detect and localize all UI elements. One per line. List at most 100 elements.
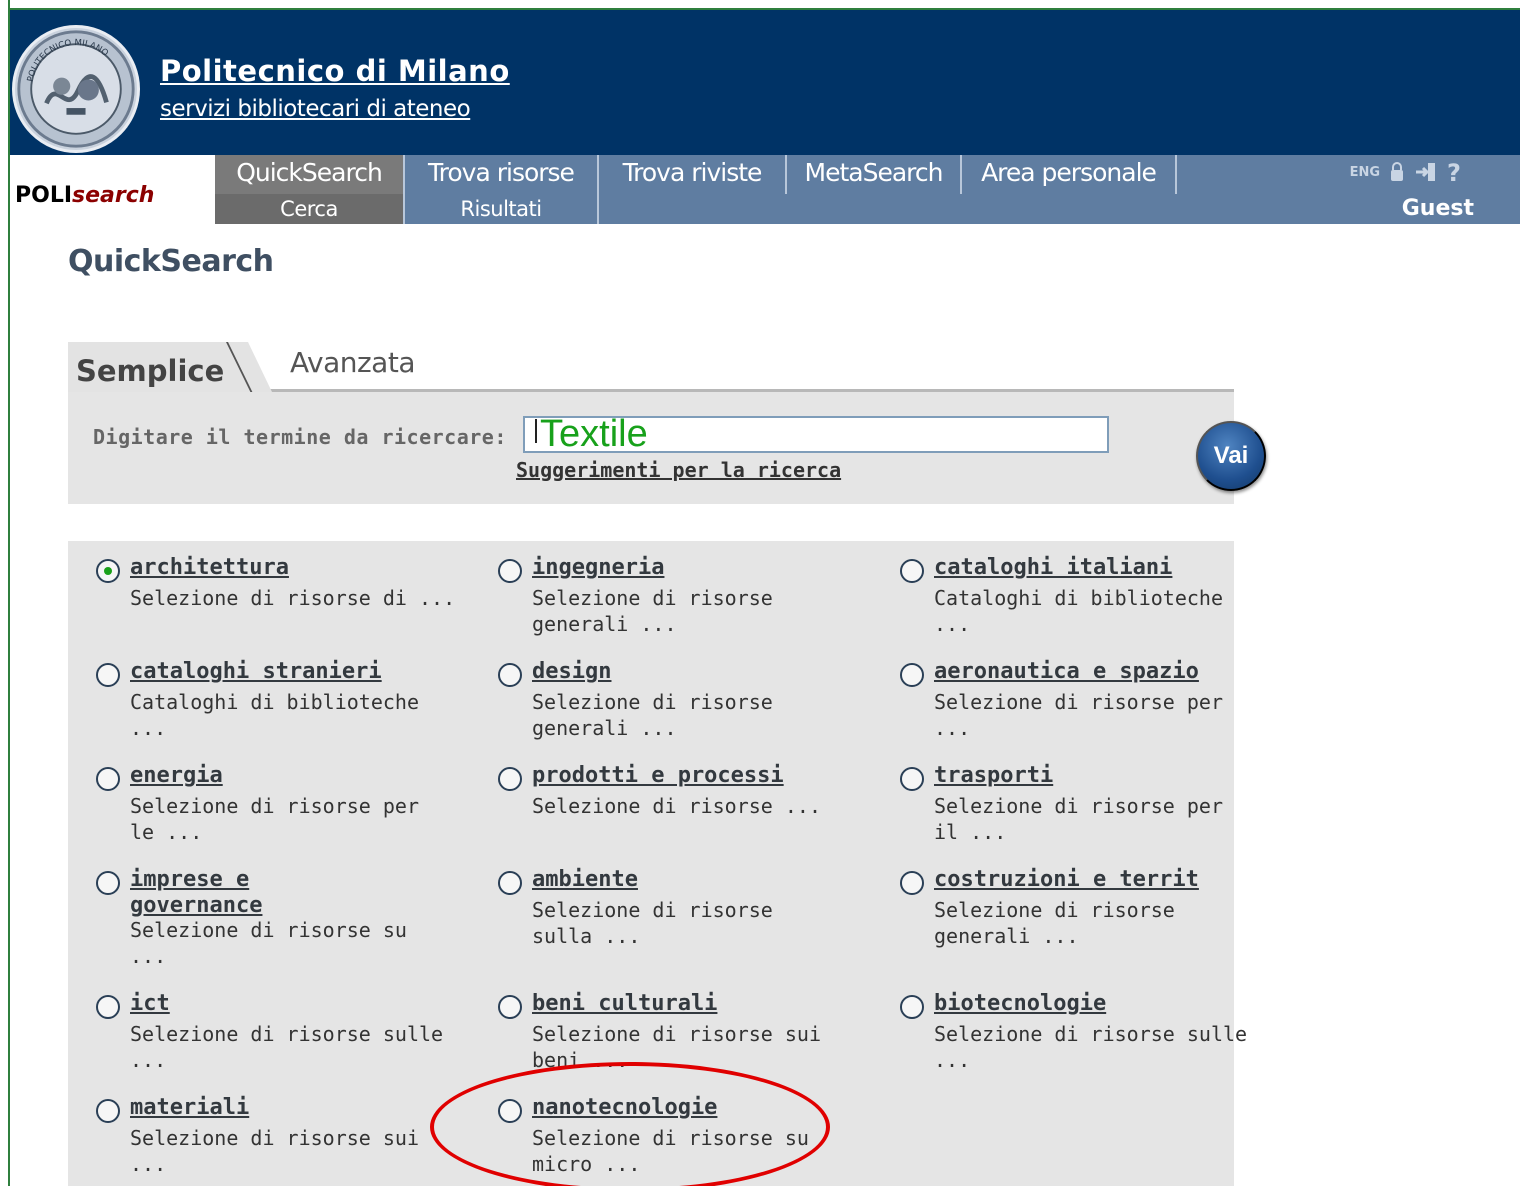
radio-design[interactable] [498, 663, 522, 687]
tab-avanzata[interactable]: Avanzata [290, 346, 415, 379]
category-desc-line2: ... [130, 1048, 167, 1072]
subtab-cerca[interactable]: Cerca [215, 194, 405, 224]
radio-prodotti-e-processi[interactable] [498, 767, 522, 791]
radio-costruzioni-e-territ[interactable] [900, 871, 924, 895]
help-icon[interactable]: ? [1446, 159, 1462, 185]
category-title-biotecnologie[interactable]: biotecnologie [934, 991, 1254, 1017]
category-title-architettura[interactable]: architettura [130, 555, 450, 581]
category-title-ict[interactable]: ict [130, 991, 450, 1017]
radio-materiali[interactable] [96, 1099, 120, 1123]
page-title: QuickSearch [68, 244, 274, 279]
category-desc-line1: Selezione di risorse sui [532, 1022, 821, 1046]
category-title-costruzioni-e-territ[interactable]: costruzioni e territ [934, 867, 1254, 893]
category-title-beni-culturali[interactable]: beni culturali [532, 991, 852, 1017]
window-left-border [0, 0, 10, 1186]
search-submit-button[interactable]: Vai [1196, 421, 1266, 491]
search-input[interactable]: Textile [523, 413, 1109, 455]
category-desc-line1: Selezione di risorse per [934, 690, 1223, 714]
radio-ict[interactable] [96, 995, 120, 1019]
category-desc-line2: generali ... [934, 924, 1079, 948]
category-desc-line2: ... [934, 1048, 971, 1072]
category-title-aeronautica-e-spazio[interactable]: aeronautica e spazio [934, 659, 1254, 685]
library-services-link[interactable]: servizi bibliotecari di ateneo [160, 96, 471, 122]
category-desc-line1: Selezione di risorse [532, 586, 773, 610]
radio-biotecnologie[interactable] [900, 995, 924, 1019]
category-title-design[interactable]: design [532, 659, 852, 685]
category-desc-line2: micro ... [532, 1152, 641, 1176]
university-seal-logo: POLITECNICO MILANO [12, 25, 140, 153]
radio-beni-culturali[interactable] [498, 995, 522, 1019]
tab-trova-risorse[interactable]: Trova risorse [405, 155, 599, 194]
tab-trova-riviste[interactable]: Trova riviste [599, 155, 787, 194]
category-title-ambiente[interactable]: ambiente [532, 867, 852, 893]
category-desc-line2: sulla ... [532, 924, 641, 948]
radio-ambiente[interactable] [498, 871, 522, 895]
search-input-value: Textile [540, 413, 648, 455]
category-desc-line1: Selezione di risorse [934, 898, 1175, 922]
search-mode-tabs: Semplice Avanzata [68, 340, 1234, 392]
category-desc-line2: generali ... [532, 612, 677, 636]
category-desc-line1: Selezione di risorse su [130, 918, 407, 942]
tab-quicksearch[interactable]: QuickSearch [215, 155, 405, 194]
category-desc-line1: Selezione di risorse sulle [130, 1022, 444, 1046]
category-desc-line2: ... [934, 612, 971, 636]
utility-links: ENG ? [1350, 159, 1462, 185]
category-desc-line2: ... [130, 944, 167, 968]
university-title-link[interactable]: Politecnico di Milano [160, 54, 510, 88]
category-title-ingegneria[interactable]: ingegneria [532, 555, 852, 581]
category-desc-line2: il ... [934, 820, 1007, 844]
category-desc-line2: beni ... [532, 1048, 629, 1072]
radio-ingegneria[interactable] [498, 559, 522, 583]
category-title-nanotecnologie[interactable]: nanotecnologie [532, 1095, 852, 1121]
category-desc-line1: Selezione di risorse per [130, 794, 419, 818]
category-title-energia[interactable]: energia [130, 763, 450, 789]
radio-trasporti[interactable] [900, 767, 924, 791]
search-tips-link[interactable]: Suggerimenti per la ricerca [516, 458, 841, 482]
lock-icon[interactable] [1388, 162, 1406, 182]
category-desc-architettura: Selezione di risorse di ... [130, 586, 456, 610]
logout-icon[interactable] [1414, 161, 1438, 183]
radio-architettura[interactable] [96, 559, 120, 583]
radio-aeronautica-e-spazio[interactable] [900, 663, 924, 687]
category-desc-line1: Cataloghi di biblioteche [934, 586, 1223, 610]
category-desc-line1: Selezione di risorse sui [130, 1126, 419, 1150]
category-title-cataloghi-stranieri[interactable]: cataloghi stranieri [130, 659, 450, 685]
category-desc-line2: ... [934, 716, 971, 740]
category-title-materiali[interactable]: materiali [130, 1095, 450, 1121]
radio-cataloghi-italiani[interactable] [900, 559, 924, 583]
category-desc-line1: Cataloghi di biblioteche [130, 690, 419, 714]
category-desc-line2: le ... [130, 820, 203, 844]
category-desc-line2: generali ... [532, 716, 677, 740]
radio-energia[interactable] [96, 767, 120, 791]
search-label: Digitare il termine da ricercare: [93, 425, 507, 449]
window-top-border [0, 0, 1520, 10]
tab-semplice[interactable]: Semplice [68, 342, 272, 392]
radio-nanotecnologie[interactable] [498, 1099, 522, 1123]
category-desc-line1: Selezione di risorse [532, 898, 773, 922]
category-title-trasporti[interactable]: trasporti [934, 763, 1254, 789]
category-desc-line1: Selezione di risorse per [934, 794, 1223, 818]
radio-cataloghi-stranieri[interactable] [96, 663, 120, 687]
radio-imprese-e-governance[interactable] [96, 871, 120, 895]
current-user: Guest [1401, 196, 1474, 221]
brand-prefix: POLI [15, 183, 73, 208]
polisearch-logo: POLIsearch [15, 183, 154, 208]
tab-area-personale[interactable]: Area personale [962, 155, 1177, 194]
tab-metasearch[interactable]: MetaSearch [787, 155, 962, 194]
category-desc-line1: Selezione di risorse [532, 690, 773, 714]
category-title-cataloghi-italiani[interactable]: cataloghi italiani [934, 555, 1254, 581]
category-title-imprese-e-governance[interactable]: imprese e governance [130, 867, 310, 919]
category-desc-line1: Selezione di risorse ... [532, 794, 821, 818]
subtab-risultati[interactable]: Risultati [405, 194, 599, 224]
brand-suffix: search [72, 183, 155, 208]
main-navigation: QuickSearch Trova risorse Trova riviste … [215, 155, 1520, 194]
category-desc-line2: ... [130, 716, 167, 740]
search-panel: Digitare il termine da ricercare: Textil… [68, 392, 1266, 504]
sub-navigation: Cerca Risultati Guest [215, 194, 1520, 224]
category-desc-line2: ... [130, 1152, 167, 1176]
category-list: architettura Selezione di risorse di ...… [68, 541, 1247, 1186]
language-switch[interactable]: ENG [1350, 165, 1380, 180]
svg-text:?: ? [1447, 159, 1461, 185]
category-title-prodotti-e-processi[interactable]: prodotti e processi [532, 763, 852, 789]
text-caret [535, 419, 537, 443]
